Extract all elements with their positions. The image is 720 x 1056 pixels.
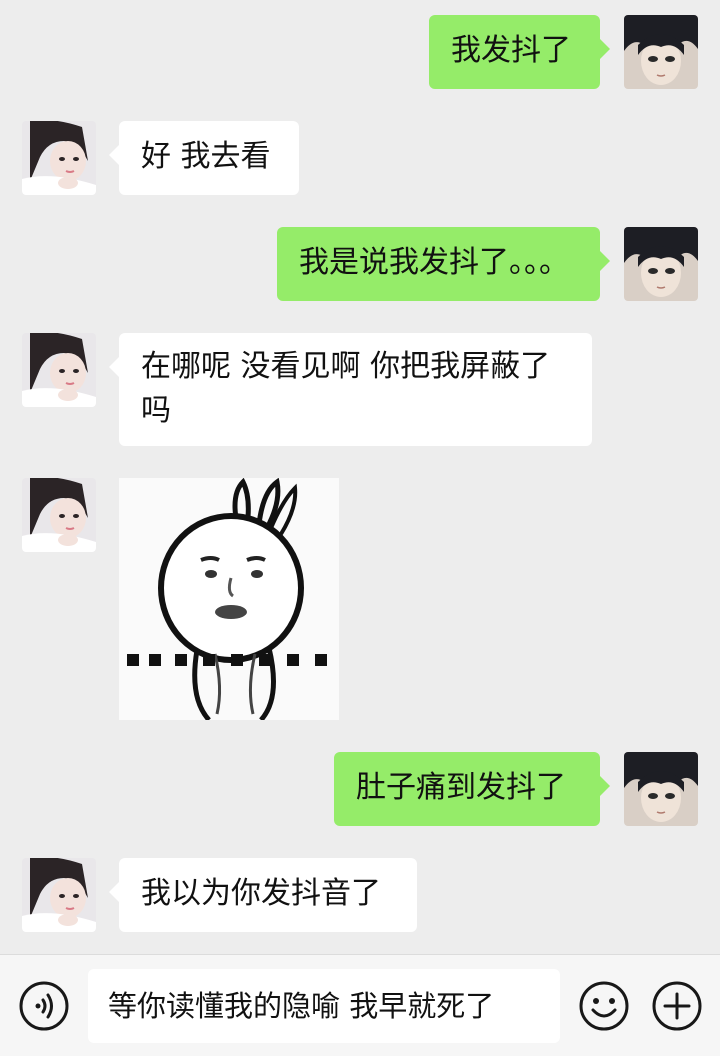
message-text: 我发抖了	[451, 33, 571, 68]
voice-icon[interactable]	[18, 980, 70, 1032]
message-text: 肚子痛到发抖了	[356, 770, 566, 805]
received-message-bubble[interactable]: 在哪呢 没看见啊 你把我屏蔽了吗	[109, 333, 592, 446]
plus-icon[interactable]	[651, 980, 703, 1032]
message-input-bar: 等你读懂我的隐喻 我早就死了	[0, 954, 720, 1056]
message-text: 在哪呢 没看见啊 你把我屏蔽了吗	[141, 349, 551, 428]
friend-avatar[interactable]	[22, 121, 96, 195]
message-text: 好 我去看	[141, 139, 271, 174]
message-text: 我是说我发抖了。。。	[299, 245, 569, 280]
sent-message-bubble[interactable]: 我发抖了	[429, 15, 610, 89]
received-message-bubble[interactable]: 好 我去看	[109, 121, 299, 195]
sent-message-bubble[interactable]: 我是说我发抖了。。。	[277, 227, 610, 301]
my-avatar[interactable]	[624, 227, 698, 301]
emoji-icon[interactable]	[578, 980, 630, 1032]
friend-avatar[interactable]	[22, 333, 96, 407]
friend-avatar[interactable]	[22, 858, 96, 932]
my-avatar[interactable]	[624, 15, 698, 89]
input-text: 等你读懂我的隐喻 我早就死了	[108, 989, 495, 1023]
message-text: 我以为你发抖音了	[141, 876, 381, 911]
friend-avatar[interactable]	[22, 478, 96, 552]
received-message-bubble[interactable]: 我以为你发抖音了	[109, 858, 417, 932]
sent-message-bubble[interactable]: 肚子痛到发抖了	[334, 752, 610, 826]
sticker-image[interactable]	[119, 478, 339, 720]
my-avatar[interactable]	[624, 752, 698, 826]
message-input[interactable]: 等你读懂我的隐喻 我早就死了	[88, 969, 560, 1043]
